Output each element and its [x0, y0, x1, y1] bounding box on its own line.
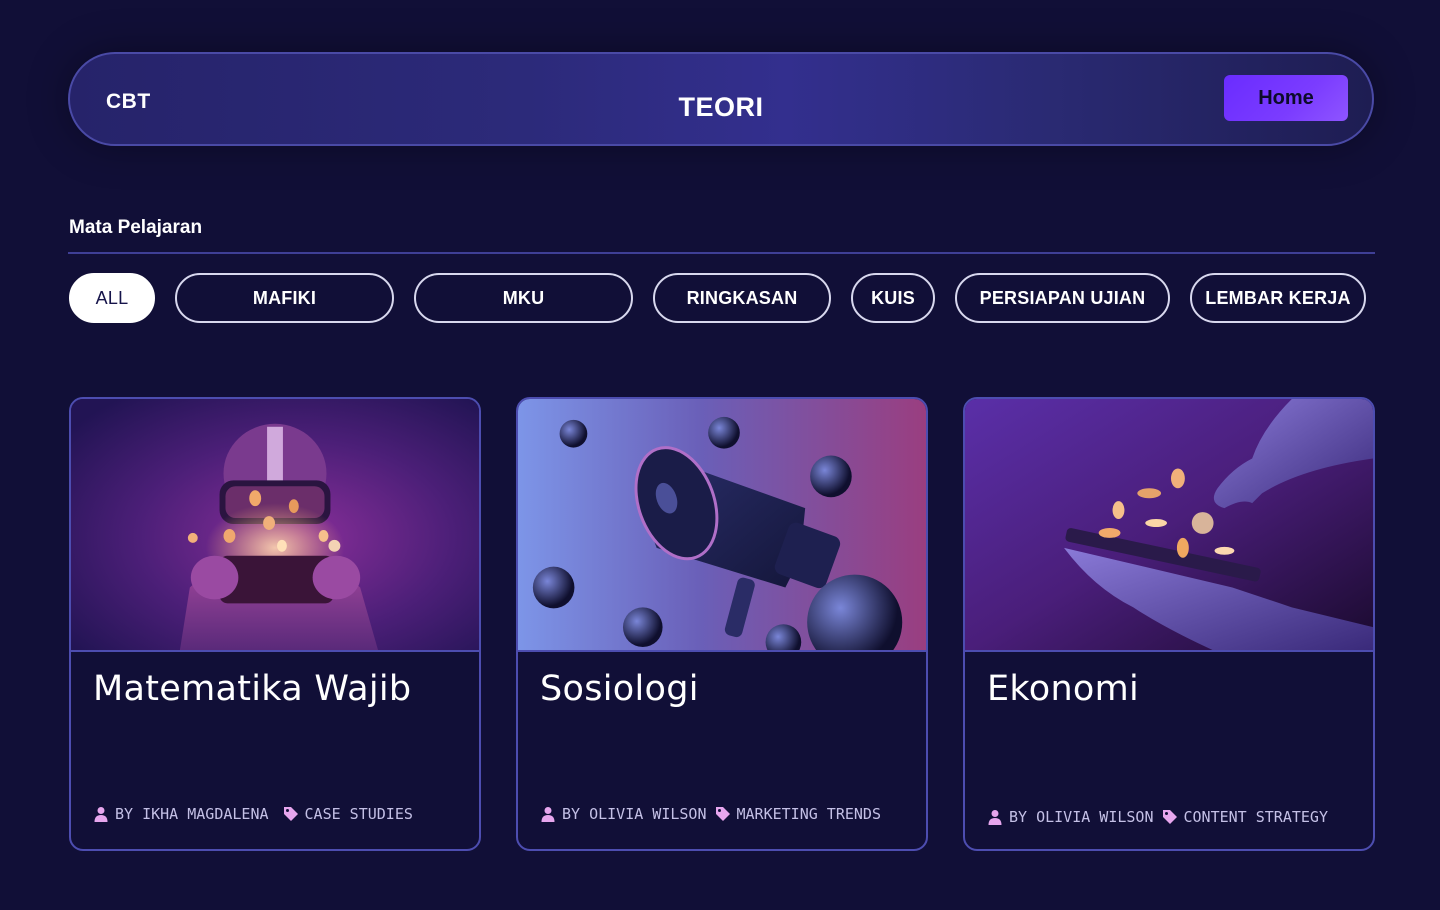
course-card-ekonomi[interactable]: Ekonomi BY OLIVIA WILSON CONTENT STRATEG…	[963, 397, 1375, 851]
user-icon	[540, 806, 556, 822]
filter-kuis[interactable]: KUIS	[851, 273, 935, 323]
card-image-megaphone[interactable]	[518, 399, 926, 652]
card-meta: BY IKHA MAGDALENA CASE STUDIES	[93, 805, 465, 823]
tag-icon	[1162, 809, 1178, 825]
card-title[interactable]: Matematika Wajib	[93, 669, 411, 709]
course-card-matematika[interactable]: Matematika Wajib BY IKHA MAGDALENA CASE …	[69, 397, 481, 851]
card-title[interactable]: Ekonomi	[987, 669, 1139, 709]
card-tag[interactable]: MARKETING TRENDS	[737, 805, 882, 823]
section-heading: Mata Pelajaran	[69, 217, 203, 238]
card-meta: BY OLIVIA WILSON CONTENT STRATEGY	[987, 808, 1359, 826]
section-divider	[68, 252, 1375, 254]
subject-filter-bar: ALL MAFIKI MKU RINGKASAN KUIS PERSIAPAN …	[0, 273, 1440, 325]
card-author[interactable]: BY OLIVIA WILSON	[562, 805, 707, 823]
filter-all[interactable]: ALL	[69, 273, 155, 323]
card-tag[interactable]: CONTENT STRATEGY	[1184, 808, 1329, 826]
card-image-vr-gamer[interactable]	[71, 399, 479, 652]
filter-ringkasan[interactable]: RINGKASAN	[653, 273, 831, 323]
card-image-hands-coins[interactable]	[965, 399, 1373, 652]
card-author[interactable]: BY IKHA MAGDALENA	[115, 805, 269, 823]
tag-icon	[715, 806, 731, 822]
filter-mku[interactable]: MKU	[414, 273, 633, 323]
filter-persiapan-ujian[interactable]: PERSIAPAN UJIAN	[955, 273, 1170, 323]
tag-icon	[283, 806, 299, 822]
card-title[interactable]: Sosiologi	[540, 669, 699, 709]
user-icon	[93, 806, 109, 822]
card-meta: BY OLIVIA WILSON MARKETING TRENDS	[540, 805, 912, 823]
page-title: TEORI	[678, 92, 764, 122]
megaphone-illustration	[518, 399, 926, 650]
hands-coins-illustration	[965, 399, 1373, 650]
course-card-sosiologi[interactable]: Sosiologi BY OLIVIA WILSON MARKETING TRE…	[516, 397, 928, 851]
vr-gamer-illustration	[71, 399, 479, 650]
top-nav-bar: CBT TEORI Home	[68, 52, 1374, 146]
card-author[interactable]: BY OLIVIA WILSON	[1009, 808, 1154, 826]
user-icon	[987, 809, 1003, 825]
card-tag[interactable]: CASE STUDIES	[305, 805, 413, 823]
filter-mafiki[interactable]: MAFIKI	[175, 273, 394, 323]
home-button[interactable]: Home	[1224, 75, 1348, 121]
filter-lembar-kerja[interactable]: LEMBAR KERJA	[1190, 273, 1366, 323]
